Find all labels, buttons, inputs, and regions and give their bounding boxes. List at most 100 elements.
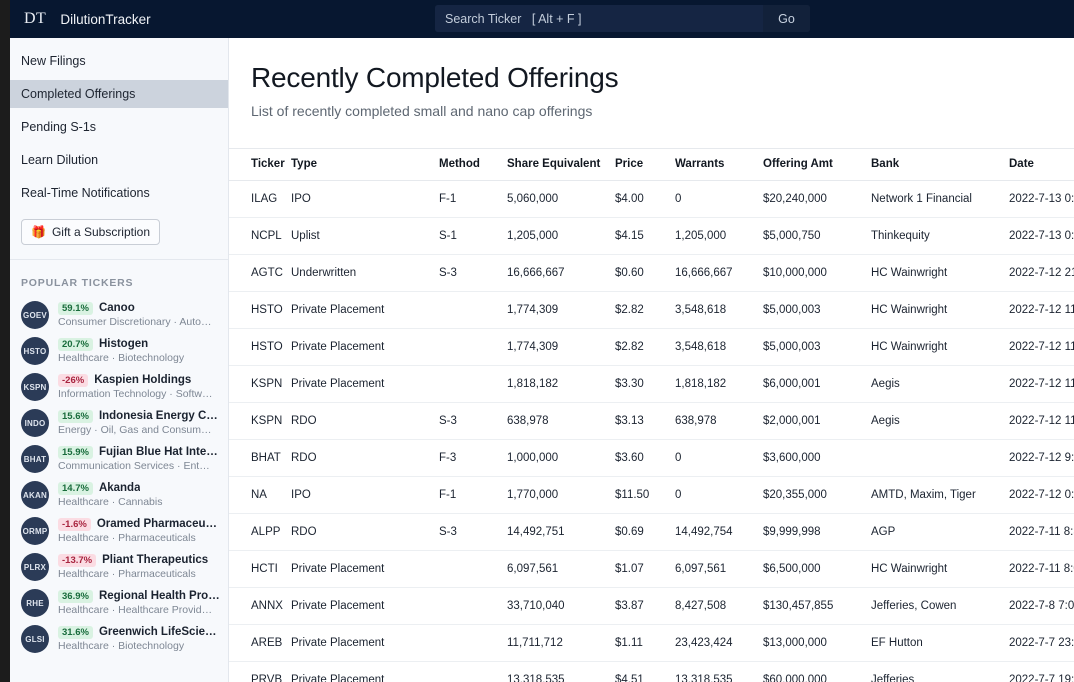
cell-method: S-3 bbox=[439, 402, 507, 440]
avatar: RHE bbox=[21, 589, 49, 617]
cell-date: 2022-7-13 0:00 bbox=[1009, 180, 1074, 218]
cell-date: 2022-7-7 19:28 bbox=[1009, 661, 1074, 682]
page-title: Recently Completed Offerings bbox=[251, 62, 619, 93]
table-header-row: Ticker Type Method Share Equivalent Pric… bbox=[229, 148, 1074, 181]
column-header-offering-amt[interactable]: Offering Amt bbox=[763, 148, 871, 181]
change-badge: 36.9% bbox=[58, 590, 93, 603]
sidebar-item-learn-dilution[interactable]: Learn Dilution bbox=[10, 146, 228, 174]
sector-label: Communication Services · Ent… bbox=[58, 460, 210, 472]
sector-label: Healthcare · Biotechnology bbox=[58, 640, 185, 652]
cell-share-equivalent: 13,318,535 bbox=[507, 661, 615, 682]
sidebar-item-new-filings[interactable]: New Filings bbox=[10, 47, 228, 75]
cell-ticker: ALPP bbox=[229, 513, 291, 551]
cell-type: IPO bbox=[291, 476, 439, 514]
sidebar-item-pending-s1s[interactable]: Pending S-1s bbox=[10, 113, 228, 141]
list-item[interactable]: GLSI 31.6% Greenwich LifeScien… Healthca… bbox=[10, 621, 228, 657]
cell-method bbox=[439, 291, 507, 329]
cell-ticker: PRVB bbox=[229, 661, 291, 682]
cell-method: S-3 bbox=[439, 513, 507, 551]
list-item[interactable]: ORMP -1.6% Oramed Pharmaceuti… Healthcar… bbox=[10, 513, 228, 549]
gift-subscription-button[interactable]: 🎁 Gift a Subscription bbox=[21, 219, 160, 245]
brand-home-link[interactable]: DT DilutionTracker bbox=[10, 0, 231, 38]
ticker-search-group: Go bbox=[435, 5, 810, 32]
cell-date: 2022-7-11 8:31 bbox=[1009, 513, 1074, 551]
column-header-date[interactable]: Date bbox=[1009, 148, 1074, 181]
table-row[interactable]: KSPN Private Placement 1,818,182 $3.30 1,818… bbox=[229, 365, 1074, 403]
list-item[interactable]: GOEV 59.1% Canoo Consumer Discretionary … bbox=[10, 297, 228, 333]
completed-offerings-table: Ticker Type Method Share Equivalent Pric… bbox=[229, 148, 1074, 682]
company-name: Canoo bbox=[98, 302, 135, 314]
popular-tickers-list: GOEV 59.1% Canoo Consumer Discretionary … bbox=[10, 297, 228, 657]
change-badge: 14.7% bbox=[58, 482, 93, 495]
cell-offering-amt: $20,355,000 bbox=[763, 476, 871, 514]
avatar: GLSI bbox=[21, 625, 49, 653]
sidebar-item-realtime-notifications[interactable]: Real-Time Notifications bbox=[10, 179, 228, 207]
column-header-bank[interactable]: Bank bbox=[871, 148, 1009, 181]
list-item[interactable]: RHE 36.9% Regional Health Prop… Healthca… bbox=[10, 585, 228, 621]
table-row[interactable]: ILAG IPO F-1 5,060,000 $4.00 0 $20,240,000 Netw… bbox=[229, 180, 1074, 218]
column-header-ticker[interactable]: Ticker bbox=[229, 148, 291, 181]
list-item[interactable]: PLRX -13.7% Pliant Therapeutics Healthca… bbox=[10, 549, 228, 585]
list-item[interactable]: AKAN 14.7% Akanda Healthcare · Cannabis bbox=[10, 477, 228, 513]
cell-type: Private Placement bbox=[291, 587, 439, 625]
cell-type: Underwritten bbox=[291, 254, 439, 292]
cell-ticker: NA bbox=[229, 476, 291, 514]
list-item[interactable]: HSTO 20.7% Histogen Healthcare · Biotech… bbox=[10, 333, 228, 369]
cell-method: S-3 bbox=[439, 254, 507, 292]
search-input[interactable] bbox=[435, 5, 763, 32]
search-go-button[interactable]: Go bbox=[763, 5, 810, 32]
table-row[interactable]: KSPN RDO S-3 638,978 $3.13 638,978 $2,000,001 A… bbox=[229, 402, 1074, 440]
list-item[interactable]: KSPN -26% Kaspien Holdings Information T… bbox=[10, 369, 228, 405]
cell-date: 2022-7-12 21:30 bbox=[1009, 254, 1074, 292]
cell-share-equivalent: 1,205,000 bbox=[507, 217, 615, 255]
ticker-headline: 59.1% Canoo bbox=[58, 302, 220, 315]
cell-type: IPO bbox=[291, 180, 439, 218]
column-header-type[interactable]: Type bbox=[291, 148, 439, 181]
cell-share-equivalent: 6,097,561 bbox=[507, 550, 615, 588]
cell-warrants: 3,548,618 bbox=[675, 291, 763, 329]
cell-warrants: 0 bbox=[675, 439, 763, 477]
company-name: Histogen bbox=[98, 338, 149, 350]
cell-ticker: BHAT bbox=[229, 439, 291, 477]
table-row[interactable]: NCPL Uplist S-1 1,205,000 $4.15 1,205,000 $5,0… bbox=[229, 217, 1074, 255]
table-row[interactable]: NA IPO F-1 1,770,000 $11.50 0 $20,355,000 AMTD,… bbox=[229, 476, 1074, 514]
table-row[interactable]: HSTO Private Placement 1,774,309 $2.82 3,548… bbox=[229, 291, 1074, 329]
ticker-headline: -26% Kaspien Holdings bbox=[58, 374, 220, 387]
table-row[interactable]: PRVB Private Placement 13,318,535 $4.51 13,3… bbox=[229, 661, 1074, 682]
cell-offering-amt: $13,000,000 bbox=[763, 624, 871, 662]
cell-bank: Aegis bbox=[871, 402, 1009, 440]
list-item[interactable]: INDO 15.6% Indonesia Energy Co… Energy ·… bbox=[10, 405, 228, 441]
dt-logo-icon: DT bbox=[24, 10, 47, 27]
cell-date: 2022-7-13 0:00 bbox=[1009, 217, 1074, 255]
table-row[interactable]: ANNX Private Placement 33,710,040 $3.87 8,42… bbox=[229, 587, 1074, 625]
list-item[interactable]: BHAT 15.9% Fujian Blue Hat Intera… Commu… bbox=[10, 441, 228, 477]
column-header-price[interactable]: Price bbox=[615, 148, 675, 181]
page-subtitle: List of recently completed small and nan… bbox=[251, 103, 593, 119]
cell-bank: HC Wainwright bbox=[871, 291, 1009, 329]
ticker-headline: 15.6% Indonesia Energy Co… bbox=[58, 410, 220, 423]
table-row[interactable]: ALPP RDO S-3 14,492,751 $0.69 14,492,754 $9,99… bbox=[229, 513, 1074, 551]
ticker-info: 59.1% Canoo Consumer Discretionary · Aut… bbox=[58, 302, 220, 328]
table-row[interactable]: HSTO Private Placement 1,774,309 $2.82 3,548… bbox=[229, 328, 1074, 366]
cell-type: Private Placement bbox=[291, 624, 439, 662]
cell-type: RDO bbox=[291, 513, 439, 551]
cell-share-equivalent: 1,818,182 bbox=[507, 365, 615, 403]
table-row[interactable]: BHAT RDO F-3 1,000,000 $3.60 0 $3,600,000 2022-… bbox=[229, 439, 1074, 477]
sidebar-item-completed-offerings[interactable]: Completed Offerings bbox=[10, 80, 228, 108]
change-badge: -26% bbox=[58, 374, 89, 387]
column-header-share-equivalent[interactable]: Share Equivalent bbox=[507, 148, 615, 181]
table-row[interactable]: AREB Private Placement 11,711,712 $1.11 23,4… bbox=[229, 624, 1074, 662]
cell-bank bbox=[871, 439, 1009, 477]
column-header-warrants[interactable]: Warrants bbox=[675, 148, 763, 181]
table-row[interactable]: HCTI Private Placement 6,097,561 $1.07 6,097… bbox=[229, 550, 1074, 588]
cell-offering-amt: $6,500,000 bbox=[763, 550, 871, 588]
change-badge: -1.6% bbox=[58, 518, 91, 531]
table-row[interactable]: AGTC Underwritten S-3 16,666,667 $0.60 16,666… bbox=[229, 254, 1074, 292]
cell-method: F-1 bbox=[439, 476, 507, 514]
cell-type: Private Placement bbox=[291, 291, 439, 329]
cell-method: F-3 bbox=[439, 439, 507, 477]
cell-method bbox=[439, 587, 507, 625]
cell-type: Private Placement bbox=[291, 661, 439, 682]
cell-offering-amt: $5,000,003 bbox=[763, 291, 871, 329]
column-header-method[interactable]: Method bbox=[439, 148, 507, 181]
